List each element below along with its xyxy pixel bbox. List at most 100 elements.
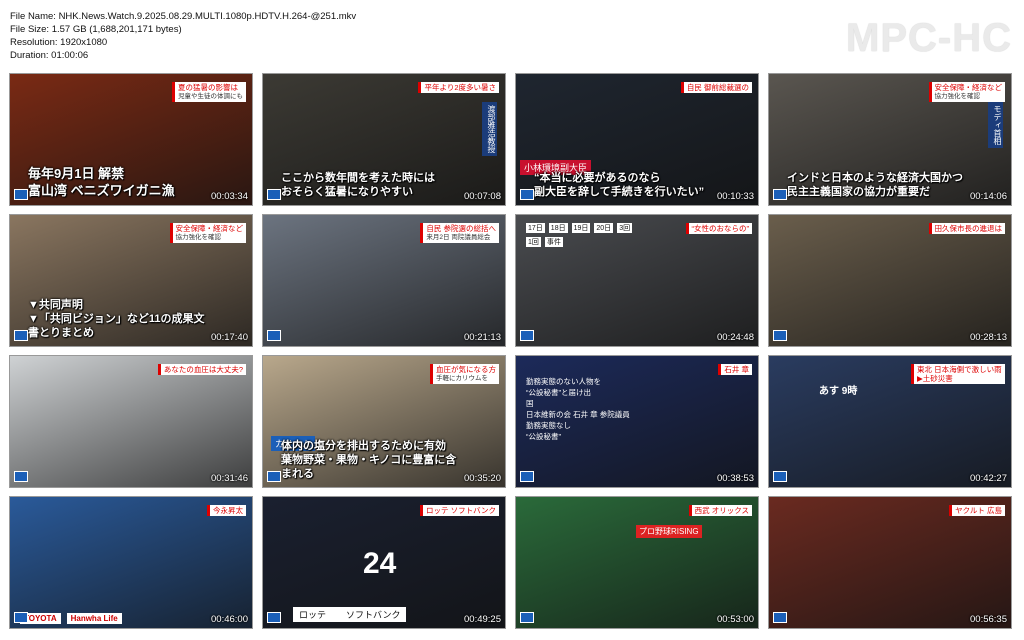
- baseball-banner: プロ野球RISING: [636, 525, 702, 538]
- video-thumbnail[interactable]: 平年より2度多い暑さ渡部雅浩教授ここから数年間を考えた時には おそらく猛暑になりや…: [262, 73, 506, 206]
- subtitle-caption: ▼共同声明 ▼「共同ビジョン」など11の成果文書とりまとめ: [28, 298, 208, 340]
- tag-title: 東北 日本海側で激しい雨 ▶土砂災害: [917, 365, 1002, 383]
- news-topic-tag: あなたの血圧は大丈夫?: [157, 364, 246, 375]
- timestamp: 00:24:48: [717, 332, 754, 343]
- caption-line: ▼「共同ビジョン」など11の成果文書とりまとめ: [28, 313, 205, 339]
- caption-line: 民主主義国家の協力が重要だ: [787, 186, 930, 198]
- video-thumbnail[interactable]: 自民 参院選の総括へ 来月2日 両院議員総会 00:21:13: [262, 214, 506, 347]
- caption-line: 葉物野菜・果物・キノコに豊富に含まれる: [281, 454, 457, 480]
- caption-line: インドと日本のような経済大国かつ: [787, 172, 963, 184]
- timeline-item: 事件: [544, 237, 563, 247]
- subtitle-caption: 毎年9月1日 解禁富山湾 ベニズワイガニ漁: [28, 165, 208, 199]
- news-topic-tag: 自民 参院選の総括へ 来月2日 両院議員総会: [420, 223, 499, 243]
- incident-timeline: 17日 18日 19日 20日 3回 1回 事件: [526, 223, 636, 247]
- timeline-item: 20日: [594, 223, 614, 233]
- news-topic-tag: ロッテ ソフトバンク: [420, 505, 499, 516]
- caption-line: おそらく猛暑になりやすい: [281, 186, 413, 198]
- nhk-logo-icon: [267, 330, 281, 341]
- nhk-logo-icon: [520, 189, 534, 200]
- timestamp: 00:49:25: [464, 614, 501, 625]
- video-thumbnail[interactable]: 田久保市長の進退は 00:28:13: [768, 214, 1012, 347]
- video-thumbnail[interactable]: 西武 オリックスプロ野球RISING 00:53:00: [515, 496, 759, 629]
- subtitle-caption: ここから数年間を考えた時には おそらく猛暑になりやすい: [281, 171, 461, 199]
- nhk-logo-icon: [267, 471, 281, 482]
- caption-line: 体内の塩分を排出するために有効: [281, 440, 446, 452]
- news-topic-tag: 田久保市長の進退は: [928, 223, 1005, 234]
- nhk-logo-icon: [520, 471, 534, 482]
- timestamp: 00:56:35: [970, 614, 1007, 625]
- video-thumbnail[interactable]: 石井 章勤務実態のない人物を “公設秘書”と届け出国日本維新の会 石井 章 参院議…: [515, 355, 759, 488]
- nhk-logo-icon: [773, 189, 787, 200]
- diagram-text: 勤務実態のない人物を: [526, 377, 601, 386]
- team-name: ソフトバンク: [346, 610, 401, 620]
- timeline-item: 17日: [526, 223, 545, 233]
- video-thumbnail[interactable]: 安全保障・経済など 協力強化を確認 ▼共同声明 ▼「共同ビジョン」など11の成果文書と…: [9, 214, 253, 347]
- timestamp: 00:21:13: [464, 332, 501, 343]
- caption-line: “本当に必要があるのなら: [534, 172, 661, 184]
- explainer-diagram: 勤務実態のない人物を “公設秘書”と届け出国日本維新の会 石井 章 参院議員 勤務実…: [526, 376, 686, 442]
- timestamp: 00:53:00: [717, 614, 754, 625]
- tag-title: ヤクルト 広島: [955, 506, 1002, 515]
- tag-title: 西武 オリックス: [694, 506, 749, 515]
- video-thumbnail[interactable]: 夏の猛暑の影響は 児童や生徒の体調にも 毎年9月1日 解禁 富山湾 ベニズワイガニ漁 0…: [9, 73, 253, 206]
- tag-title: 石井 章: [724, 365, 749, 374]
- video-thumbnail[interactable]: 安全保障・経済など 協力強化を確認 モディ首相 インドと日本のような経済大国かつ 民主主…: [768, 73, 1012, 206]
- tag-title: 田久保市長の進退は: [934, 224, 1003, 233]
- news-topic-tag: 平年より2度多い暑さ: [418, 82, 499, 93]
- player-logo: MPC-HC: [846, 16, 1012, 60]
- diagram-text: 国: [526, 399, 534, 408]
- timestamp: 00:14:06: [970, 191, 1007, 202]
- timestamp: 00:46:00: [211, 614, 248, 625]
- caption-line: 毎年9月1日 解禁: [28, 166, 125, 181]
- video-thumbnail[interactable]: 東北 日本海側で激しい雨 ▶土砂災害 あす 9時 00:42:27: [768, 355, 1012, 488]
- tag-title: ロッテ ソフトバンク: [426, 506, 496, 515]
- nhk-logo-icon: [773, 330, 787, 341]
- caption-line: 富山湾 ベニズワイガニ漁: [28, 183, 175, 198]
- timestamp: 00:38:53: [717, 473, 754, 484]
- tag-title: 自民 参院選の総括へ: [426, 224, 496, 233]
- resolution: Resolution: 1920x1080: [10, 37, 108, 48]
- nhk-logo-icon: [773, 612, 787, 623]
- timeline-item: 19日: [571, 223, 591, 233]
- diagram-text: 日本維新の会 石井 章 参院議員: [526, 410, 630, 419]
- tag-title: 自民 御前総裁選の: [686, 83, 749, 92]
- video-thumbnail[interactable]: “女性のおならの” 17日 18日 19日 20日 3回 1回 事件 00:24:48: [515, 214, 759, 347]
- tag-title: 安全保障・経済など: [175, 224, 244, 233]
- timestamp: 00:35:20: [464, 473, 501, 484]
- tag-subtitle: 児童や生徒の体調にも: [178, 93, 243, 100]
- video-thumbnail[interactable]: 血圧が気になる方 手軽にカリウムを カリウム 体内の塩分を排出するために有効 葉物野菜・…: [262, 355, 506, 488]
- thumbnail-grid: 夏の猛暑の影響は 児童や生徒の体調にも毎年9月1日 解禁富山湾 ベニズワイガニ漁 0…: [9, 73, 1012, 629]
- news-topic-tag: 今永昇太: [207, 505, 246, 516]
- video-thumbnail[interactable]: 自民 御前総裁選の 小林環境副大臣 “本当に必要があるのなら 副大臣を辞して手続きを行…: [515, 73, 759, 206]
- weather-map-label: あす 9時: [819, 386, 858, 397]
- news-topic-tag: 血圧が気になる方 手軽にカリウムを: [430, 364, 499, 384]
- video-thumbnail[interactable]: ロッテ ソフトバンク 24 ロッテ ソフトバンク 00:49:25: [262, 496, 506, 629]
- caption-line: ここから数年間を考えた時には: [281, 172, 435, 184]
- ad-board: Hanwha Life: [66, 613, 122, 624]
- tag-title: “女性のおならの”: [691, 224, 750, 233]
- diagram-text: “公設秘書”: [526, 432, 561, 441]
- timestamp: 00:31:46: [211, 473, 248, 484]
- news-topic-tag: 自民 御前総裁選の: [680, 82, 752, 93]
- tag-title: 夏の猛暑の影響は: [178, 83, 238, 92]
- news-topic-tag: 安全保障・経済など 協力強化を確認: [928, 82, 1005, 102]
- video-thumbnail[interactable]: あなたの血圧は大丈夫? 00:31:46: [9, 355, 253, 488]
- video-thumbnail[interactable]: 今永昇太 TOYOTA Hanwha Life 00:46:00: [9, 496, 253, 629]
- team-name: ロッテ: [299, 610, 327, 620]
- subtitle-caption: “本当に必要があるのなら 副大臣を辞して手続きを行いたい”: [534, 171, 714, 199]
- person-name-tag: 渡部雅浩教授: [482, 102, 497, 156]
- news-topic-tag: 東北 日本海側で激しい雨 ▶土砂災害: [911, 364, 1005, 384]
- nhk-logo-icon: [14, 189, 28, 200]
- diagram-text: 勤務実態なし: [526, 421, 571, 430]
- nhk-logo-icon: [14, 471, 28, 482]
- subtitle-caption: 体内の塩分を排出するために有効葉物野菜・果物・キノコに豊富に含まれる: [281, 439, 461, 481]
- stadium-ads: TOYOTA Hanwha Life: [20, 613, 208, 624]
- tag-title: 今永昇太: [213, 506, 243, 515]
- nhk-logo-icon: [14, 612, 28, 623]
- timeline-item: 18日: [548, 223, 568, 233]
- video-thumbnail[interactable]: ヤクルト 広島 00:56:35: [768, 496, 1012, 629]
- caption-line: ▼共同声明: [28, 299, 83, 311]
- file-name: File Name: NHK.News.Watch.9.2025.08.29.M…: [10, 11, 357, 22]
- timestamp: 00:28:13: [970, 332, 1007, 343]
- nhk-logo-icon: [14, 330, 28, 341]
